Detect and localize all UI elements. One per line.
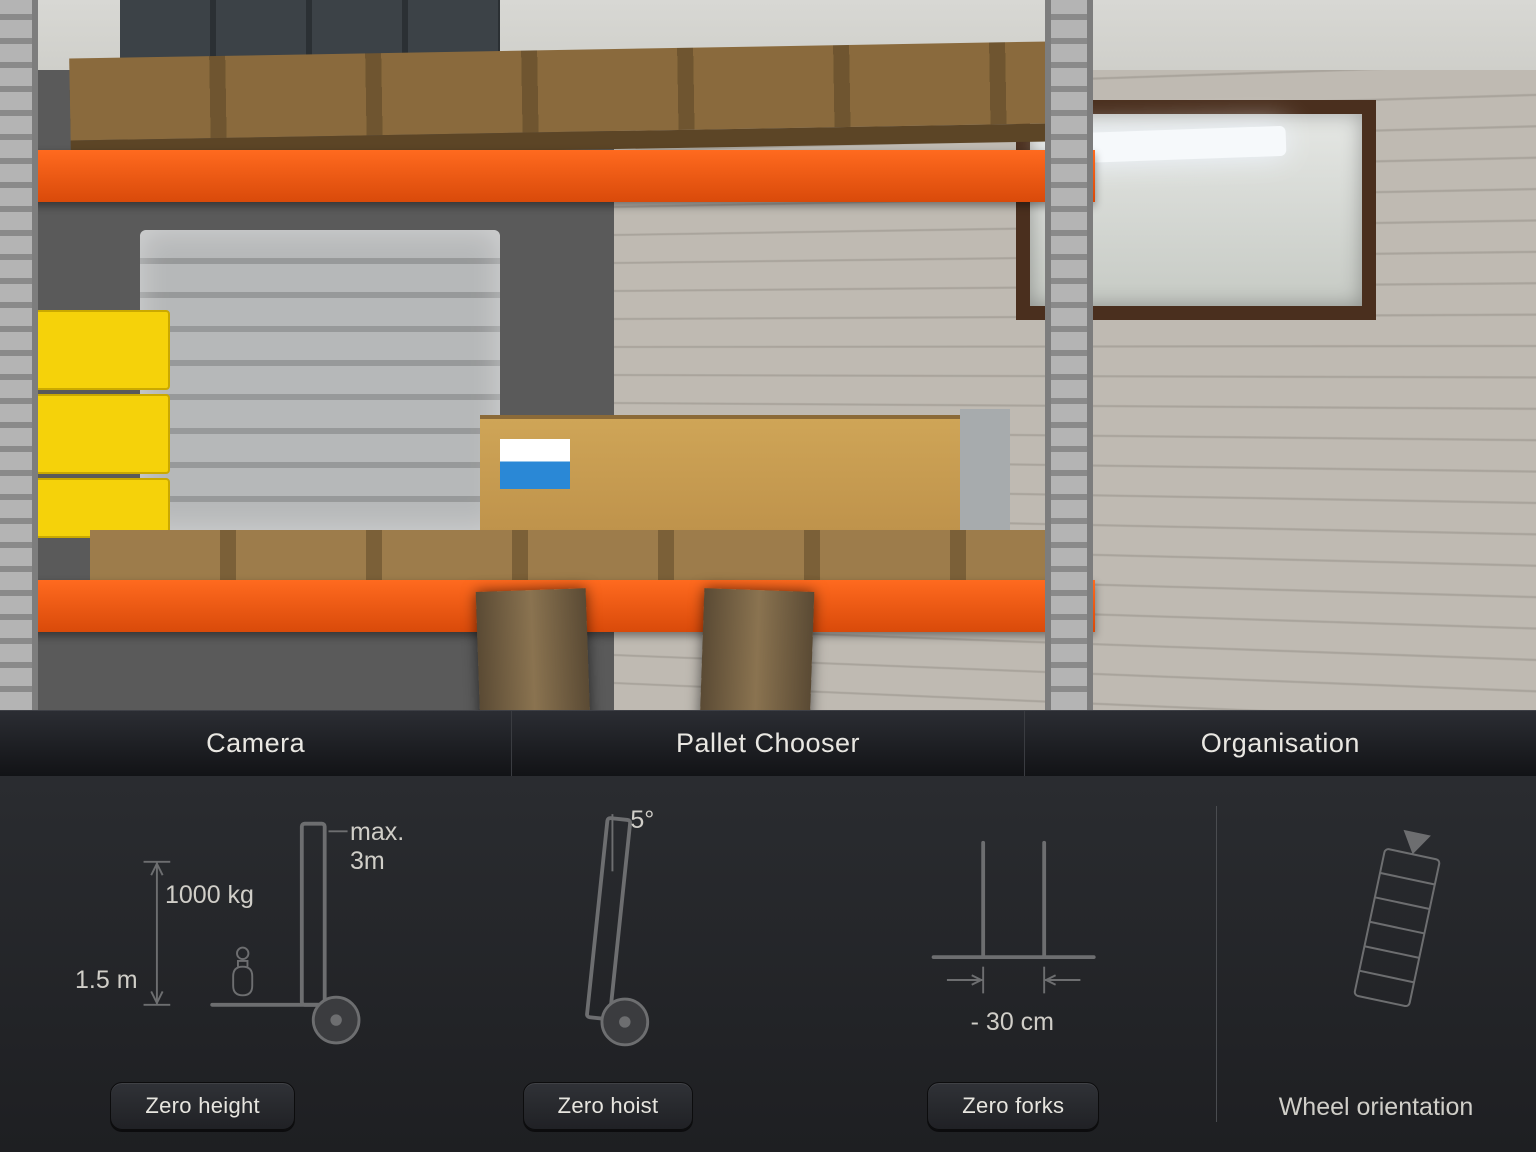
zero-hoist-button[interactable]: Zero hoist	[523, 1082, 694, 1130]
height-widget: 1000 kg max. 3m 1.5 m Zero height	[0, 776, 405, 1152]
zero-forks-button[interactable]: Zero forks	[927, 1082, 1099, 1130]
tilt-reading: 5°	[630, 806, 654, 835]
tab-organisation[interactable]: Organisation	[1024, 711, 1536, 776]
control-panel: 1000 kg max. 3m 1.5 m Zero height 5° Zer…	[0, 776, 1536, 1152]
tab-camera[interactable]: Camera	[0, 711, 511, 776]
max-height-reading: max. 3m	[350, 818, 405, 876]
wheel-orientation-icon	[1216, 776, 1536, 1089]
wheel-widget: Wheel orientation	[1216, 776, 1536, 1152]
tab-bar: Camera Pallet Chooser Organisation	[0, 710, 1536, 776]
wheel-orientation-label: Wheel orientation	[1279, 1093, 1474, 1122]
fork-spread-reading: - 30 cm	[971, 1008, 1054, 1037]
height-reading: 1.5 m	[75, 966, 138, 995]
load-reading: 1000 kg	[165, 881, 254, 910]
camera-feed	[0, 0, 1536, 710]
forks-widget: - 30 cm Zero forks	[811, 776, 1216, 1152]
forklift-height-icon	[0, 776, 405, 1062]
zero-height-button[interactable]: Zero height	[110, 1082, 295, 1130]
hoist-tilt-icon	[405, 776, 810, 1062]
tab-pallet-chooser[interactable]: Pallet Chooser	[511, 711, 1023, 776]
hoist-widget: 5° Zero hoist	[405, 776, 810, 1152]
